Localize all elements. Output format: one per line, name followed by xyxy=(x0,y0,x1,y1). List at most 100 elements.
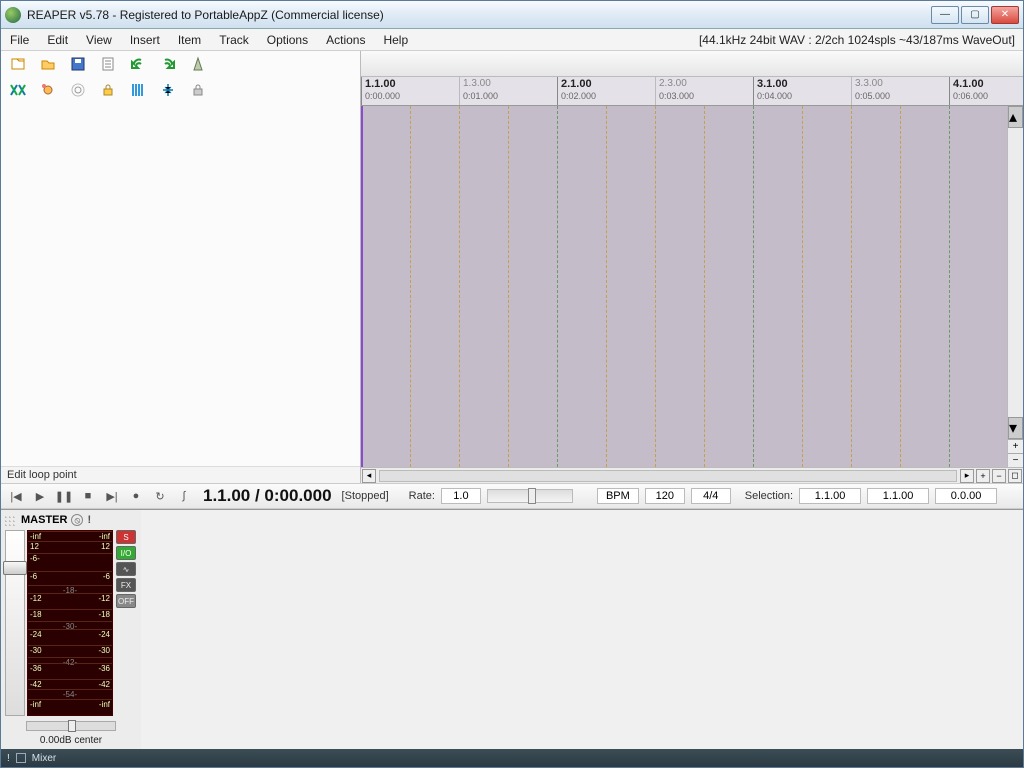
track-list-empty[interactable] xyxy=(1,103,360,466)
vzoom-out[interactable]: − xyxy=(1008,453,1023,467)
pause-button[interactable]: ❚❚ xyxy=(55,487,73,505)
vscroll-track[interactable] xyxy=(1008,128,1023,417)
menu-options[interactable]: Options xyxy=(258,31,317,49)
go-to-start-button[interactable]: |◀ xyxy=(7,487,25,505)
menu-actions[interactable]: Actions xyxy=(317,31,374,49)
menu-track[interactable]: Track xyxy=(210,31,258,49)
bpm-field[interactable]: 120 xyxy=(645,488,685,504)
master-pan-slider[interactable] xyxy=(26,721,116,731)
ruler-tick: 2.1.000:02.000 xyxy=(557,77,558,105)
menu-edit[interactable]: Edit xyxy=(38,31,77,49)
item-lock-icon[interactable] xyxy=(189,81,207,99)
rate-field[interactable]: 1.0 xyxy=(441,488,481,504)
maximize-button[interactable]: ▢ xyxy=(961,6,989,24)
master-off-chip[interactable]: OFF xyxy=(116,594,136,608)
pan-knob[interactable] xyxy=(68,720,76,732)
selection-end-field[interactable]: 1.1.00 xyxy=(867,488,929,504)
master-io-chip[interactable]: I/O xyxy=(116,546,136,560)
snap-icon[interactable] xyxy=(159,81,177,99)
hzoom-out[interactable]: − xyxy=(992,469,1006,483)
timecode-display[interactable]: 1.1.00 / 0:00.000 xyxy=(199,486,336,506)
grip-icon[interactable] xyxy=(5,514,17,526)
play-button[interactable]: ▶ xyxy=(31,487,49,505)
statusbar-close-icon[interactable] xyxy=(16,753,26,763)
stop-button[interactable]: ■ xyxy=(79,487,97,505)
master-fader[interactable] xyxy=(5,530,25,716)
selection-start-field[interactable]: 1.1.00 xyxy=(799,488,861,504)
project-settings-icon[interactable] xyxy=(99,55,117,73)
vscroll-down[interactable]: ▾ xyxy=(1008,417,1023,439)
go-to-end-button[interactable]: ▶| xyxy=(103,487,121,505)
master-fx-chip[interactable]: FX xyxy=(116,578,136,592)
statusbar-exclam-icon[interactable]: ! xyxy=(7,753,10,764)
menu-insert[interactable]: Insert xyxy=(121,31,169,49)
menu-file[interactable]: File xyxy=(1,31,38,49)
timesig-field[interactable]: 4/4 xyxy=(691,488,731,504)
save-project-icon[interactable] xyxy=(69,55,87,73)
arrange-view[interactable]: ▴ ▾ + − xyxy=(361,106,1023,467)
ruler-tick: 1.3.000:01.000 xyxy=(459,77,460,105)
gridline xyxy=(410,106,411,467)
hscroll-track[interactable] xyxy=(379,470,957,482)
hzoom-toggle[interactable]: ◻ xyxy=(1008,469,1022,483)
meter-tick: -24-24 xyxy=(28,629,112,639)
timeline-header: 1.1.000:00.0001.3.000:01.0002.1.000:02.0… xyxy=(361,51,1023,106)
ruler-tick: 2.3.000:03.000 xyxy=(655,77,656,105)
gridline xyxy=(459,106,460,467)
horizontal-scrollbar: ◂ ▸ + − ◻ xyxy=(361,467,1023,483)
open-project-icon[interactable] xyxy=(39,55,57,73)
bpm-label: BPM xyxy=(597,488,639,504)
envelope-icon[interactable] xyxy=(39,81,57,99)
toolbar-row-1 xyxy=(1,51,360,77)
play-cursor[interactable] xyxy=(361,106,363,467)
vscroll-up[interactable]: ▴ xyxy=(1008,106,1023,128)
selection-length-field[interactable]: 0.0.00 xyxy=(935,488,997,504)
close-button[interactable]: ✕ xyxy=(991,6,1019,24)
statusbar-mixer-label[interactable]: Mixer xyxy=(32,753,56,764)
envelope-bypass-button[interactable]: ∫ xyxy=(175,487,193,505)
ripple-edit-icon[interactable] xyxy=(69,81,87,99)
repeat-button[interactable]: ↻ xyxy=(151,487,169,505)
mixer-empty-area[interactable] xyxy=(141,510,1023,749)
record-button[interactable]: ● xyxy=(127,487,145,505)
app-icon xyxy=(5,7,21,23)
minimize-button[interactable]: — xyxy=(931,6,959,24)
master-mono-icon[interactable]: ⦸ xyxy=(71,514,83,526)
gridline xyxy=(753,106,754,467)
hscroll-left[interactable]: ◂ xyxy=(362,469,376,483)
fader-cap[interactable] xyxy=(3,561,27,575)
tooltip-hint: Edit loop point xyxy=(1,466,360,483)
meter-tick: -inf-inf xyxy=(28,531,112,541)
redo-icon[interactable] xyxy=(159,55,177,73)
master-solo-chip[interactable]: S xyxy=(116,530,136,544)
new-project-icon[interactable] xyxy=(9,55,27,73)
menubar: File Edit View Insert Item Track Options… xyxy=(1,29,1023,51)
ruler-tick: 3.1.000:04.000 xyxy=(753,77,754,105)
menu-help[interactable]: Help xyxy=(374,31,417,49)
rate-slider[interactable] xyxy=(487,489,573,503)
vertical-scrollbar[interactable]: ▴ ▾ + − xyxy=(1007,106,1023,467)
menu-view[interactable]: View xyxy=(77,31,121,49)
meter-tick: -6-6 xyxy=(28,571,112,581)
undo-icon[interactable] xyxy=(129,55,147,73)
mixer-panel: MASTER ⦸ ! -inf-inf1212-6--6-6-18--12-12… xyxy=(1,509,1023,749)
timeline-ruler[interactable]: 1.1.000:00.0001.3.000:01.0002.1.000:02.0… xyxy=(361,77,1023,105)
rate-slider-knob[interactable] xyxy=(528,488,536,504)
hscroll-right[interactable]: ▸ xyxy=(960,469,974,483)
grid-lines-icon[interactable] xyxy=(129,81,147,99)
auto-crossfade-icon[interactable] xyxy=(9,81,27,99)
master-warn-icon[interactable]: ! xyxy=(87,514,91,526)
gridline xyxy=(851,106,852,467)
rate-label: Rate: xyxy=(409,490,435,502)
master-env-chip[interactable]: ∿ xyxy=(116,562,136,576)
audio-device-status[interactable]: [44.1kHz 24bit WAV : 2/2ch 1024spls ~43/… xyxy=(699,33,1023,47)
lock-icon[interactable] xyxy=(99,81,117,99)
master-vu-meter[interactable]: -inf-inf1212-6--6-6-18--12-12-18-18-30--… xyxy=(27,530,113,716)
master-label: MASTER xyxy=(21,514,67,526)
track-control-panel: Edit loop point xyxy=(1,51,361,483)
master-header: MASTER ⦸ ! xyxy=(3,512,139,528)
menu-item[interactable]: Item xyxy=(169,31,210,49)
vzoom-in[interactable]: + xyxy=(1008,439,1023,453)
hzoom-in[interactable]: + xyxy=(976,469,990,483)
metronome-icon[interactable] xyxy=(189,55,207,73)
